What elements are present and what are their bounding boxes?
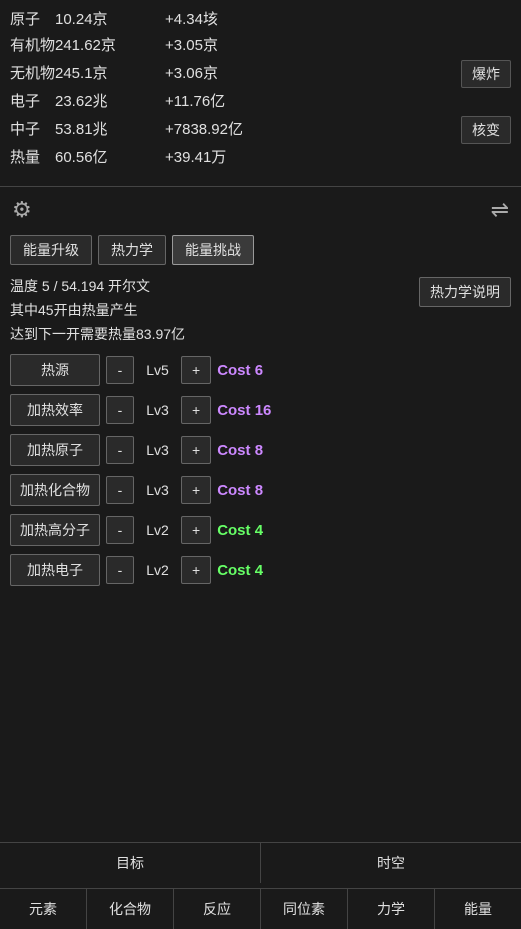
upgrade-section: 热源-Lv5+Cost 6加热效率-Lv3+Cost 16加热原子-Lv3+Co… xyxy=(0,350,521,598)
plus-btn-0[interactable]: + xyxy=(181,356,211,384)
stats-row: 电子23.62兆+11.76亿 xyxy=(10,90,511,114)
stats-row: 无机物245.1京+3.06京爆炸 xyxy=(10,60,511,88)
nav-bottom-btn-5[interactable]: 能量 xyxy=(435,889,521,929)
stats-value-0: 10.24京 xyxy=(55,8,165,32)
cost-label-1: Cost 16 xyxy=(217,402,271,419)
upgrade-name-btn-4[interactable]: 加热高分子 xyxy=(10,514,100,546)
minus-btn-0[interactable]: - xyxy=(106,356,134,384)
level-text-0: Lv5 xyxy=(140,362,175,378)
upgrade-name-btn-0[interactable]: 热源 xyxy=(10,354,100,386)
nav-top-btn-1[interactable]: 时空 xyxy=(261,843,521,883)
info-section: 温度 5 / 54.194 开尔文 其中45开由热量产生 达到下一开需要热量83… xyxy=(0,271,521,350)
nav-bottom-btn-0[interactable]: 元素 xyxy=(0,889,87,929)
upgrade-row-2: 加热原子-Lv3 + Cost 8 xyxy=(10,434,511,466)
level-text-2: Lv3 xyxy=(140,442,175,458)
minus-btn-4[interactable]: - xyxy=(106,516,134,544)
stats-value-3: 23.62兆 xyxy=(55,90,165,114)
cost-label-3: Cost 8 xyxy=(217,482,263,499)
stats-label-3: 电子 xyxy=(10,90,55,114)
minus-btn-5[interactable]: - xyxy=(106,556,134,584)
upgrade-row-1: 加热效率-Lv3 + Cost 16 xyxy=(10,394,511,426)
temp-line2: 其中45开由热量产生 xyxy=(10,299,185,323)
upgrade-row-0: 热源-Lv5 + Cost 6 xyxy=(10,354,511,386)
stats-delta-2: +3.06京 xyxy=(165,62,461,86)
stats-value-1: 241.62京 xyxy=(55,34,165,58)
thermodynamics-explain-button[interactable]: 热力学说明 xyxy=(419,277,511,307)
stats-section: 原子10.24京+4.34垓有机物241.62京+3.05京无机物245.1京+… xyxy=(0,0,521,182)
gear-icon[interactable]: ⚙ xyxy=(12,197,32,223)
stats-value-2: 245.1京 xyxy=(55,62,165,86)
nav-bottom-btn-1[interactable]: 化合物 xyxy=(87,889,174,929)
nav-bottom-btn-2[interactable]: 反应 xyxy=(174,889,261,929)
upgrade-name-btn-3[interactable]: 加热化合物 xyxy=(10,474,100,506)
minus-btn-3[interactable]: - xyxy=(106,476,134,504)
nav-bottom-btn-3[interactable]: 同位素 xyxy=(261,889,348,929)
cost-label-0: Cost 6 xyxy=(217,362,263,379)
tab-2[interactable]: 能量挑战 xyxy=(172,235,254,265)
temp-line3: 达到下一开需要热量83.97亿 xyxy=(10,323,185,347)
cost-label-2: Cost 8 xyxy=(217,442,263,459)
stats-row: 中子53.81兆+7838.92亿核变 xyxy=(10,116,511,144)
upgrade-name-btn-5[interactable]: 加热电子 xyxy=(10,554,100,586)
level-text-1: Lv3 xyxy=(140,402,175,418)
minus-btn-1[interactable]: - xyxy=(106,396,134,424)
cost-label-4: Cost 4 xyxy=(217,522,263,539)
tabs-row: 能量升级热力学能量挑战 xyxy=(0,229,521,271)
upgrade-row-4: 加热高分子-Lv2 + Cost 4 xyxy=(10,514,511,546)
stats-delta-5: +39.41万 xyxy=(165,146,511,170)
upgrade-name-btn-2[interactable]: 加热原子 xyxy=(10,434,100,466)
level-text-5: Lv2 xyxy=(140,562,175,578)
cost-label-5: Cost 4 xyxy=(217,562,263,579)
stats-btn-爆炸[interactable]: 爆炸 xyxy=(461,60,511,88)
stats-row: 热量60.56亿+39.41万 xyxy=(10,146,511,170)
stats-label-0: 原子 xyxy=(10,8,55,32)
plus-btn-5[interactable]: + xyxy=(181,556,211,584)
stats-label-5: 热量 xyxy=(10,146,55,170)
nav-bottom-btn-4[interactable]: 力学 xyxy=(348,889,435,929)
stats-row: 有机物241.62京+3.05京 xyxy=(10,34,511,58)
plus-btn-2[interactable]: + xyxy=(181,436,211,464)
upgrade-name-btn-1[interactable]: 加热效率 xyxy=(10,394,100,426)
stats-delta-1: +3.05京 xyxy=(165,34,511,58)
plus-btn-3[interactable]: + xyxy=(181,476,211,504)
tab-1[interactable]: 热力学 xyxy=(98,235,166,265)
minus-btn-2[interactable]: - xyxy=(106,436,134,464)
icons-row: ⚙ ⇌ xyxy=(0,191,521,229)
stats-btn-核变[interactable]: 核变 xyxy=(461,116,511,144)
nav-top-btn-0[interactable]: 目标 xyxy=(0,843,261,883)
stats-delta-4: +7838.92亿 xyxy=(165,118,461,142)
shuffle-icon[interactable]: ⇌ xyxy=(491,197,509,223)
level-text-4: Lv2 xyxy=(140,522,175,538)
divider-1 xyxy=(0,186,521,187)
temp-line1: 温度 5 / 54.194 开尔文 xyxy=(10,275,185,299)
stats-label-4: 中子 xyxy=(10,118,55,142)
stats-row: 原子10.24京+4.34垓 xyxy=(10,8,511,32)
bottom-nav-top: 目标时空 xyxy=(0,842,521,883)
stats-delta-0: +4.34垓 xyxy=(165,8,511,32)
tab-0[interactable]: 能量升级 xyxy=(10,235,92,265)
level-text-3: Lv3 xyxy=(140,482,175,498)
stats-delta-3: +11.76亿 xyxy=(165,90,511,114)
stats-label-2: 无机物 xyxy=(10,62,55,86)
upgrade-row-5: 加热电子-Lv2 + Cost 4 xyxy=(10,554,511,586)
plus-btn-1[interactable]: + xyxy=(181,396,211,424)
upgrade-row-3: 加热化合物-Lv3 + Cost 8 xyxy=(10,474,511,506)
stats-value-5: 60.56亿 xyxy=(55,146,165,170)
bottom-nav-bottom: 元素化合物反应同位素力学能量 xyxy=(0,888,521,929)
info-text: 温度 5 / 54.194 开尔文 其中45开由热量产生 达到下一开需要热量83… xyxy=(10,275,185,346)
stats-label-1: 有机物 xyxy=(10,34,55,58)
stats-value-4: 53.81兆 xyxy=(55,118,165,142)
plus-btn-4[interactable]: + xyxy=(181,516,211,544)
